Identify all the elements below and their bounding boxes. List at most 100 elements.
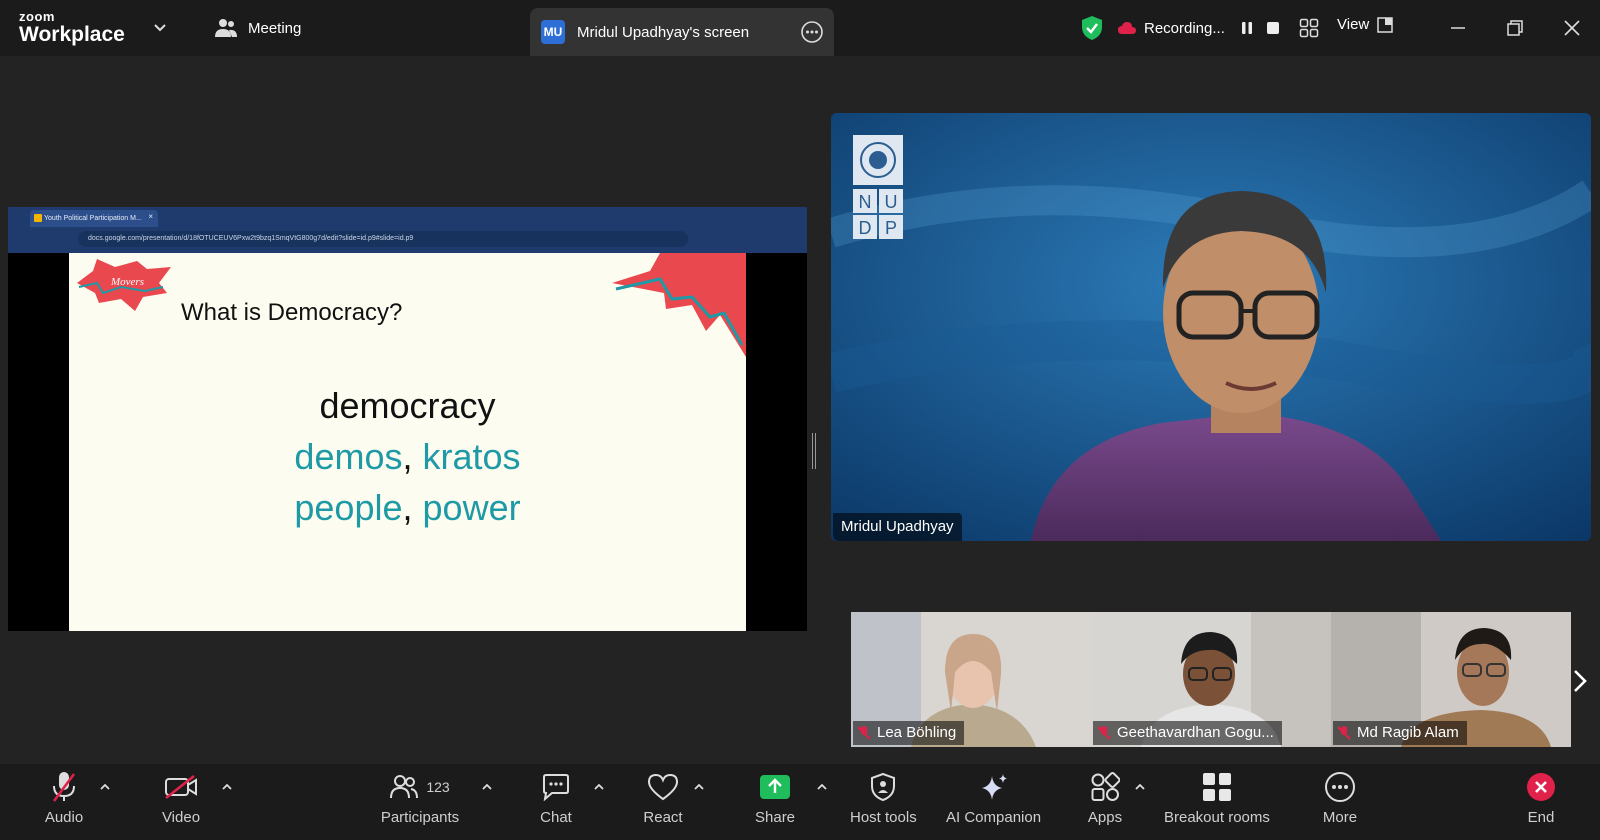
ai-companion-button[interactable]: AI Companion bbox=[946, 768, 1041, 834]
view-layout-icon bbox=[1377, 16, 1393, 33]
share-screen-icon bbox=[760, 775, 791, 799]
heart-icon bbox=[647, 773, 679, 801]
chevron-down-icon[interactable] bbox=[150, 18, 170, 38]
slide-line-demos-kratos: demos, kratos bbox=[69, 436, 746, 478]
participant-tile[interactable]: Geethavardhan Gogu... bbox=[1091, 612, 1331, 747]
participant-name: Lea Böhling bbox=[877, 724, 957, 741]
participants-icon bbox=[390, 775, 419, 799]
react-label: React bbox=[643, 809, 683, 826]
top-bar: zoom Workplace Meeting MU Mridul Upadhya… bbox=[0, 0, 1600, 56]
host-tools-label: Host tools bbox=[850, 809, 917, 826]
slide-word-democracy: democracy bbox=[319, 385, 496, 426]
restore-icon[interactable] bbox=[1501, 14, 1529, 42]
shield-check-icon[interactable] bbox=[1080, 15, 1104, 41]
close-icon[interactable] bbox=[1558, 14, 1586, 42]
breakout-rooms-label: Breakout rooms bbox=[1164, 809, 1270, 826]
video-label: Video bbox=[161, 809, 201, 826]
apps-label: Apps bbox=[1087, 809, 1123, 826]
svg-text:Movers: Movers bbox=[110, 276, 144, 288]
meeting-label: Meeting bbox=[248, 19, 302, 37]
share-button[interactable]: Share bbox=[755, 768, 795, 834]
slide-word-kratos: kratos bbox=[422, 436, 521, 477]
slides-favicon-icon bbox=[34, 214, 42, 222]
react-button[interactable]: React bbox=[643, 768, 683, 834]
presentation-slide: Movers What is Democracy? democracy demo… bbox=[69, 253, 746, 631]
ai-companion-label: AI Companion bbox=[946, 809, 1042, 826]
participant-name: Geethavardhan Gogu... bbox=[1117, 724, 1274, 741]
breakout-rooms-button[interactable]: Breakout rooms bbox=[1164, 768, 1270, 834]
svg-text:U: U bbox=[885, 192, 898, 212]
slide-word-demos: demos bbox=[294, 436, 403, 477]
participant-name: Md Ragib Alam bbox=[1357, 724, 1459, 741]
shield-icon bbox=[871, 772, 896, 802]
more-icon bbox=[1325, 772, 1355, 802]
shared-screen-tab[interactable]: MU Mridul Upadhyay's screen bbox=[530, 8, 834, 56]
pause-recording-icon[interactable] bbox=[1239, 20, 1255, 36]
video-button[interactable]: Video bbox=[161, 768, 201, 834]
chat-button[interactable]: Chat bbox=[536, 768, 576, 834]
participant-tile[interactable]: Md Ragib Alam bbox=[1331, 612, 1571, 747]
recording-label: Recording... bbox=[1144, 19, 1225, 37]
speaker-name-label: Mridul Upadhyay bbox=[833, 513, 962, 541]
logo-text-small: zoom bbox=[19, 9, 55, 24]
chevron-up-icon[interactable] bbox=[1133, 780, 1147, 794]
participant-tile[interactable]: Lea Böhling bbox=[851, 612, 1091, 747]
video-off-icon bbox=[165, 774, 197, 800]
participants-count: 123 bbox=[426, 779, 450, 795]
slide-comma: , bbox=[402, 436, 413, 477]
more-options-icon[interactable] bbox=[800, 20, 824, 44]
movers-logo-icon: Movers bbox=[77, 259, 171, 311]
slide-word-power: power bbox=[422, 487, 521, 528]
svg-text:D: D bbox=[859, 218, 872, 238]
tab-close-icon: × bbox=[148, 212, 153, 221]
stop-recording-icon[interactable] bbox=[1265, 20, 1281, 36]
participant-name-tag: Md Ragib Alam bbox=[1333, 721, 1467, 745]
apps-button[interactable]: Apps bbox=[1085, 768, 1125, 834]
cloud-recording-icon bbox=[1118, 22, 1136, 34]
end-button[interactable]: End bbox=[1521, 768, 1561, 834]
host-tools-button[interactable]: Host tools bbox=[850, 768, 917, 834]
chevron-up-icon[interactable] bbox=[98, 780, 112, 794]
shared-screen-label: Mridul Upadhyay's screen bbox=[577, 23, 750, 41]
chevron-up-icon[interactable] bbox=[692, 780, 706, 794]
chevron-up-icon[interactable] bbox=[592, 780, 606, 794]
view-label: View bbox=[1337, 16, 1370, 33]
corner-star-decoration-icon bbox=[612, 253, 746, 357]
split-resize-handle[interactable] bbox=[812, 433, 816, 469]
svg-text:P: P bbox=[885, 218, 897, 238]
end-meeting-icon bbox=[1527, 773, 1555, 801]
participants-button[interactable]: 123 Participants bbox=[380, 768, 460, 834]
apps-icon bbox=[1091, 772, 1120, 801]
slide-comma: , bbox=[402, 487, 413, 528]
chevron-up-icon[interactable] bbox=[480, 780, 494, 794]
browser-chrome: Youth Political Participation M... × doc… bbox=[8, 207, 807, 253]
browser-tab-title: Youth Political Participation M... bbox=[44, 215, 142, 222]
chevron-up-icon[interactable] bbox=[815, 780, 829, 794]
sharer-avatar: MU bbox=[541, 20, 565, 44]
end-label: End bbox=[1527, 809, 1555, 826]
share-label: Share bbox=[755, 809, 796, 826]
participants-label: Participants bbox=[380, 809, 460, 826]
gallery-grid-icon[interactable] bbox=[1299, 18, 1319, 38]
participants-group-icon bbox=[215, 19, 237, 37]
recording-status: Recording... bbox=[1080, 10, 1319, 46]
minimize-icon[interactable] bbox=[1444, 14, 1472, 42]
shared-screen-view[interactable]: Youth Political Participation M... × doc… bbox=[8, 207, 807, 631]
active-speaker-video[interactable]: N U D P bbox=[831, 113, 1591, 541]
chevron-up-icon[interactable] bbox=[220, 780, 234, 794]
view-button[interactable]: View bbox=[1337, 16, 1393, 33]
audio-label: Audio bbox=[44, 809, 84, 826]
muted-mic-icon bbox=[1097, 726, 1111, 740]
meeting-menu[interactable]: Meeting bbox=[214, 16, 301, 40]
breakout-rooms-icon bbox=[1202, 773, 1231, 801]
audio-button[interactable]: Audio bbox=[44, 768, 84, 834]
slide-line-people-power: people, power bbox=[69, 487, 746, 529]
muted-mic-icon bbox=[857, 726, 871, 740]
meeting-toolbar: Audio Video 123 Participants Chat React … bbox=[0, 764, 1600, 840]
browser-tab: Youth Political Participation M... × bbox=[30, 210, 158, 227]
chevron-right-icon[interactable] bbox=[1568, 666, 1592, 696]
participant-name-tag: Lea Böhling bbox=[853, 721, 965, 745]
speaker-video-frame: N U D P bbox=[831, 113, 1591, 541]
more-button[interactable]: More bbox=[1320, 768, 1360, 834]
browser-address-bar: docs.google.com/presentation/d/18fOTUCEU… bbox=[78, 231, 688, 247]
